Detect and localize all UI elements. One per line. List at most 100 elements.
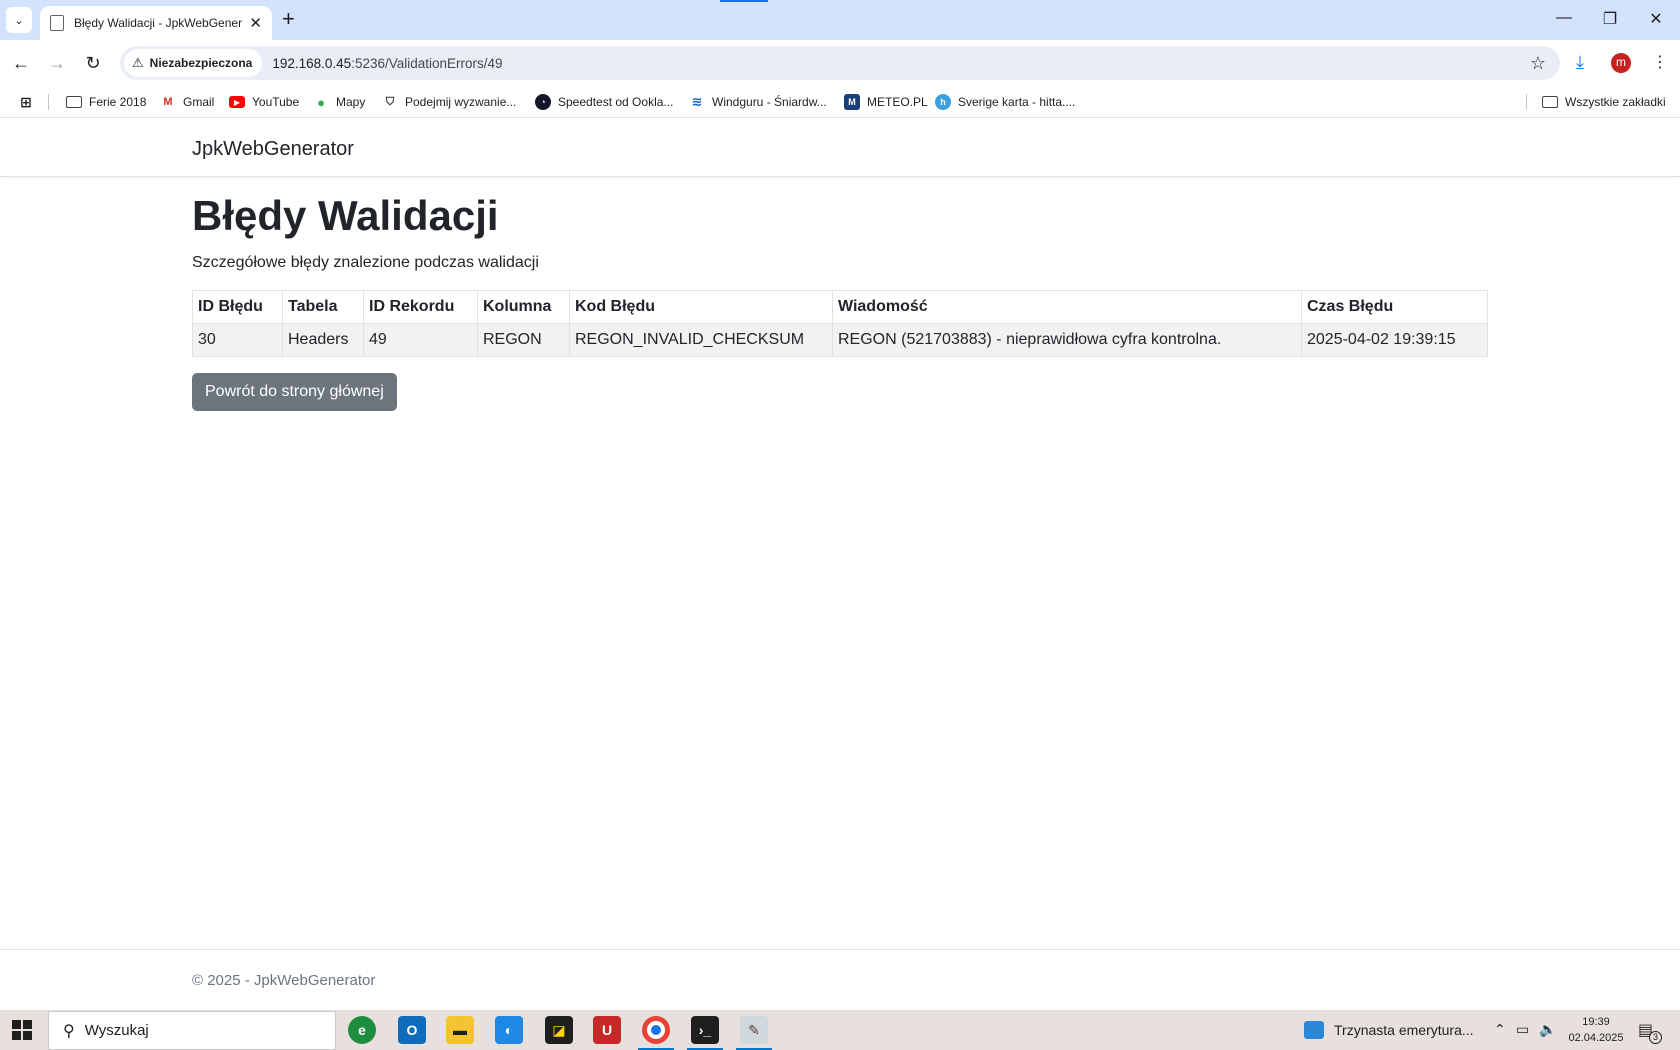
column-header: Czas Błędu <box>1301 290 1488 324</box>
new-tab-button[interactable]: + <box>282 8 295 30</box>
tray-chevron-icon[interactable]: ⌃ <box>1494 1021 1506 1038</box>
hitta-icon: h <box>935 94 951 110</box>
volume-icon[interactable]: 🔈 <box>1539 1021 1556 1038</box>
folder-icon <box>1542 96 1558 108</box>
column-header: Kolumna <box>477 290 570 324</box>
tab-loading-indicator <box>720 0 768 2</box>
column-header: ID Rekordu <box>363 290 478 324</box>
table-cell: 49 <box>363 323 478 357</box>
menu-dots-icon[interactable]: ⋮ <box>1652 52 1668 72</box>
page-icon <box>50 15 64 31</box>
site-footer: © 2025 - JpkWebGenerator <box>0 949 1680 1010</box>
all-bookmarks-button[interactable]: Wszystkie zakładki <box>1542 93 1666 111</box>
table-row: 30 Headers 49 REGON REGON_INVALID_CHECKS… <box>192 323 1488 357</box>
bookmark-hitta[interactable]: h Sverige karta - hitta.... <box>935 93 1075 111</box>
clock-time: 19:39 <box>1582 1016 1610 1028</box>
sticky-notes-icon[interactable]: ◪ <box>545 1016 573 1044</box>
security-indicator[interactable]: ⚠ Niezabezpieczona <box>124 49 263 77</box>
windows-logo-icon <box>23 1020 32 1029</box>
column-header: Wiadomość <box>832 290 1302 324</box>
search-icon: ⚲ <box>63 1022 75 1040</box>
table-cell: 2025-04-02 19:39:15 <box>1301 323 1488 357</box>
speedtest-icon: ◔ <box>535 94 551 110</box>
column-header: Tabela <box>282 290 364 324</box>
table-cell: REGON_INVALID_CHECKSUM <box>569 323 833 357</box>
close-window-button[interactable]: ✕ <box>1644 9 1668 29</box>
table-cell: REGON (521703883) - nieprawidłowa cyfra … <box>832 323 1302 357</box>
download-icon[interactable]: ⤓ <box>1576 52 1584 73</box>
active-tab[interactable]: Błędy Walidacji - JpkWebGenerator ✕ <box>40 6 272 40</box>
windows-logo-icon <box>12 1020 21 1029</box>
forward-button[interactable]: → <box>44 50 70 76</box>
chrome-center-icon <box>651 1025 661 1035</box>
windows-logo-icon <box>12 1031 21 1040</box>
table-header-row: ID Błędu Tabela ID Rekordu Kolumna Kod B… <box>192 290 1488 324</box>
bookmark-windguru[interactable]: ≋ Windguru - Śniardw... <box>689 93 827 111</box>
file-explorer-icon[interactable]: ▬ <box>446 1016 474 1044</box>
app-blue-icon[interactable]: ◐ <box>495 1016 523 1044</box>
windows-logo-icon <box>23 1031 32 1040</box>
bookmark-podejmij[interactable]: ⛉ Podejmij wyzwanie... <box>382 93 517 111</box>
back-to-home-button[interactable]: Powrót do strony głównej <box>192 373 397 411</box>
page-subtitle: Szczegółowe błędy znalezione podczas wal… <box>192 254 539 271</box>
app-red-icon[interactable]: U <box>593 1016 621 1044</box>
news-icon <box>1304 1021 1324 1039</box>
url-text: 192.168.0.45:5236/ValidationErrors/49 <box>272 56 502 71</box>
address-bar[interactable]: ⚠ Niezabezpieczona 192.168.0.45:5236/Val… <box>120 46 1560 80</box>
youtube-icon: ▶ <box>229 96 245 108</box>
column-header: ID Błędu <box>192 290 283 324</box>
news-widget[interactable]: Trzynasta emerytura... <box>1304 1021 1474 1039</box>
url-host: 192.168.0.45 <box>272 55 352 71</box>
taskbar-search[interactable]: ⚲ Wyszukaj <box>48 1011 336 1050</box>
start-button[interactable] <box>12 1020 32 1040</box>
arrow-left-icon: ← <box>12 52 30 73</box>
tab-search-button[interactable]: ⌄ <box>6 7 32 33</box>
apps-grid-icon: ⊞ <box>20 93 32 110</box>
bookmark-speedtest[interactable]: ◔ Speedtest od Ookla... <box>535 93 673 111</box>
network-icon[interactable]: ▭ <box>1516 1021 1529 1038</box>
table-cell: 30 <box>192 323 283 357</box>
bookmark-mapy[interactable]: ● Mapy <box>313 93 365 111</box>
reload-button[interactable]: ↻ <box>80 50 106 76</box>
bookmark-meteo[interactable]: M METEO.PL <box>844 93 928 111</box>
bookmark-gmail[interactable]: M Gmail <box>160 93 214 111</box>
site-brand[interactable]: JpkWebGenerator <box>192 138 354 161</box>
notification-count: 3 <box>1649 1031 1662 1044</box>
close-tab-icon[interactable]: ✕ <box>249 14 262 32</box>
chrome-icon[interactable] <box>642 1016 670 1044</box>
all-bookmarks-label: Wszystkie zakładki <box>1565 95 1666 109</box>
warning-icon: ⚠ <box>132 55 144 70</box>
edge-icon[interactable]: e <box>348 1016 376 1044</box>
tab-title: Błędy Walidacji - JpkWebGenerator <box>74 16 242 30</box>
page-title: Błędy Walidacji <box>192 192 499 239</box>
restore-button[interactable]: ❐ <box>1598 9 1622 29</box>
paint-icon[interactable]: ✎ <box>740 1016 768 1044</box>
bookmark-ferie-2018[interactable]: Ferie 2018 <box>66 93 146 111</box>
bookmark-youtube[interactable]: ▶ YouTube <box>229 93 299 111</box>
windows-taskbar: ⚲ Wyszukaj e O ▬ ◐ ◪ U ›_ ✎ Trzynasta em… <box>0 1010 1680 1050</box>
bookmarks-divider <box>1526 94 1527 110</box>
windguru-icon: ≋ <box>691 94 703 109</box>
bookmarks-divider <box>48 94 49 110</box>
browser-toolbar: ← → ↻ ⚠ Niezabezpieczona 192.168.0.45:52… <box>0 40 1680 86</box>
minimize-button[interactable]: — <box>1552 9 1576 27</box>
bookmark-label: Gmail <box>183 95 215 109</box>
bookmark-label: Ferie 2018 <box>89 95 147 109</box>
apps-button[interactable]: ⊞ <box>18 93 41 111</box>
profile-avatar[interactable]: m <box>1611 53 1631 73</box>
gmail-icon: M <box>163 96 173 108</box>
bookmark-label: METEO.PL <box>867 95 928 109</box>
bookmarks-bar: ⊞ Ferie 2018 M Gmail ▶ YouTube ● Mapy ⛉ … <box>0 86 1680 118</box>
back-button[interactable]: ← <box>8 50 34 76</box>
terminal-icon[interactable]: ›_ <box>691 1016 719 1044</box>
outlook-icon[interactable]: O <box>398 1016 426 1044</box>
bookmark-label: Windguru - Śniardw... <box>712 95 827 109</box>
news-text: Trzynasta emerytura... <box>1334 1022 1474 1038</box>
security-label: Niezabezpieczona <box>149 56 253 70</box>
bookmark-star-icon[interactable]: ☆ <box>1530 53 1546 74</box>
folder-icon <box>66 96 82 108</box>
table-cell: REGON <box>477 323 570 357</box>
taskbar-clock[interactable]: 19:39 02.04.2025 <box>1562 1014 1630 1046</box>
maps-icon: ● <box>317 94 325 110</box>
url-path: :5236/ValidationErrors/49 <box>351 55 503 71</box>
